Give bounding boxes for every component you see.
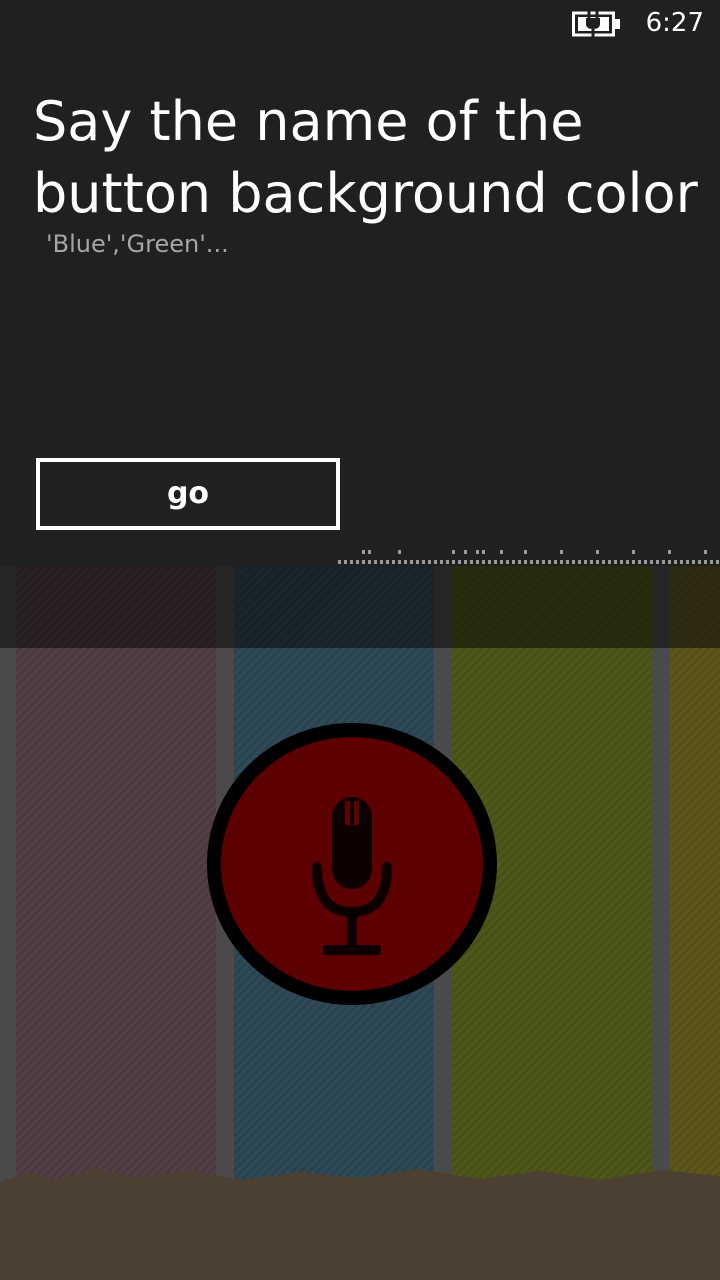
battery-charging-icon bbox=[572, 11, 622, 37]
status-bar: 6:27 bbox=[0, 0, 720, 48]
speech-prompt-panel: 6:27 Say the name of the button backgrou… bbox=[0, 0, 720, 566]
speech-recognition-screen: 6:27 Say the name of the button backgrou… bbox=[0, 0, 720, 1280]
microphone-icon bbox=[307, 787, 397, 957]
example-hint: 'Blue','Green'... bbox=[46, 230, 229, 258]
prompt-title: Say the name of the button background co… bbox=[33, 86, 720, 230]
prompt-title-line-2: button background color bbox=[33, 162, 698, 225]
go-button[interactable]: go bbox=[36, 458, 340, 530]
clock: 6:27 bbox=[645, 8, 704, 38]
microphone-button[interactable] bbox=[207, 723, 497, 1005]
audio-level-indicator bbox=[338, 550, 719, 564]
prompt-title-line-1: Say the name of the bbox=[33, 90, 584, 153]
ground-texture bbox=[0, 1168, 720, 1280]
stripe-shade bbox=[0, 566, 720, 648]
